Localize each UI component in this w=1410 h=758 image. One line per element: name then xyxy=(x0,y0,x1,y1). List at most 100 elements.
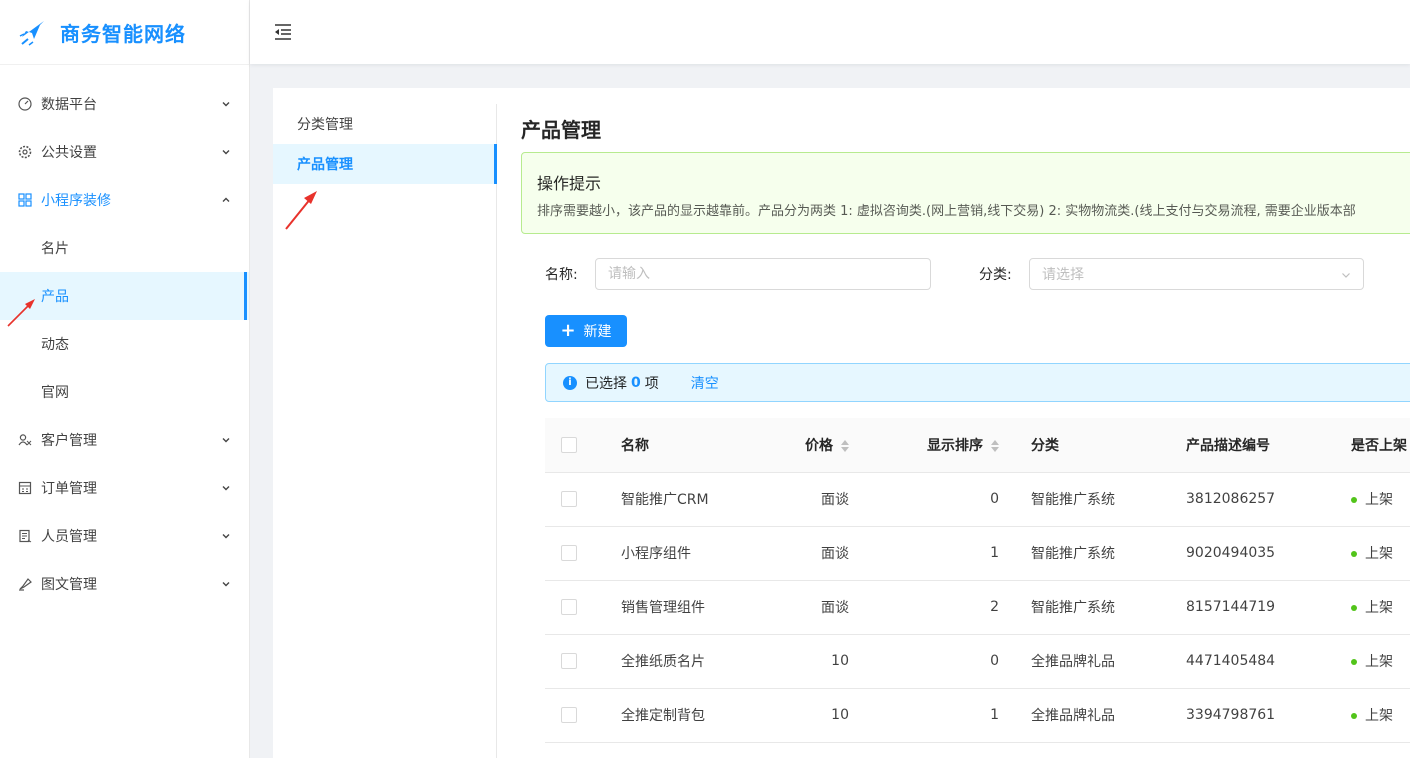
calculator-icon xyxy=(17,481,32,496)
top-header xyxy=(250,0,1410,64)
row-checkbox[interactable] xyxy=(561,545,577,561)
cell-price: 面谈 xyxy=(755,580,865,635)
sidebar-item-label: 图文管理 xyxy=(41,577,97,593)
sidebar-item-miniprogram-decor[interactable]: 小程序装修 xyxy=(0,176,249,224)
category-placeholder: 请选择 xyxy=(1042,267,1084,283)
category-select[interactable]: 请选择 xyxy=(1029,258,1364,290)
status-dot-icon xyxy=(1351,659,1357,665)
sidebar-item-orders[interactable]: 订单管理 xyxy=(0,464,249,512)
status-label: 上架 xyxy=(1365,708,1393,724)
tab-category-management[interactable]: 分类管理 xyxy=(273,104,496,144)
cell-status: 上架 xyxy=(1335,526,1410,581)
table-row[interactable]: 销售管理组件 面谈 2 智能推广系统 8157144719 上架 xyxy=(545,580,1410,635)
sidebar-item-customers[interactable]: 客户管理 xyxy=(0,416,249,464)
menu-fold-icon[interactable] xyxy=(273,22,293,42)
tab-label: 分类管理 xyxy=(297,117,353,133)
cell-price: 10 xyxy=(755,634,865,689)
sort-icon[interactable] xyxy=(991,439,999,452)
cell-category: 全推品牌礼品 xyxy=(1015,688,1170,743)
cell-name: 销售管理组件 xyxy=(605,580,755,635)
status-dot-icon xyxy=(1351,605,1357,611)
table-row[interactable]: 智能推广CRM 面谈 0 智能推广系统 3812086257 上架 xyxy=(545,472,1410,527)
sidebar-menu: 数据平台 公共设置 小程序装修 名片 产品 动态 官网 客户管理 订单管理 人员… xyxy=(0,65,249,608)
name-label: 名称: xyxy=(545,267,578,283)
sidebar-subitem-news[interactable]: 动态 xyxy=(0,320,249,368)
cell-order: 0 xyxy=(865,472,1015,527)
cell-status: 上架 xyxy=(1335,580,1410,635)
table-row[interactable]: 全推定制背包 10 1 全推品牌礼品 3394798761 上架 xyxy=(545,688,1410,743)
highlight-icon xyxy=(17,577,32,592)
table-row[interactable]: 全推纸质名片 10 0 全推品牌礼品 4471405484 上架 xyxy=(545,634,1410,689)
sidebar: 商务智能网络 数据平台 公共设置 小程序装修 名片 产品 动态 官网 客户管理 … xyxy=(0,0,250,758)
plus-icon: + xyxy=(560,320,576,341)
status-label: 上架 xyxy=(1365,600,1393,616)
row-checkbox[interactable] xyxy=(561,491,577,507)
chevron-down-icon xyxy=(222,582,230,587)
cell-name: 全推纸质名片 xyxy=(605,634,755,689)
sidebar-item-label: 数据平台 xyxy=(41,97,97,113)
status-label: 上架 xyxy=(1365,492,1393,508)
row-checkbox[interactable] xyxy=(561,707,577,723)
select-all-cell xyxy=(545,418,605,473)
tab-product-management[interactable]: 产品管理 xyxy=(273,144,497,184)
chevron-down-icon xyxy=(1342,273,1350,278)
users-icon xyxy=(17,433,32,448)
product-table: 名称 价格 显示排序 分类 产品描述编号 是否上架 智能推广CRM 面谈 0 智… xyxy=(545,418,1410,743)
cell-code: 8157144719 xyxy=(1170,580,1335,635)
sidebar-subitem-product[interactable]: 产品 xyxy=(0,272,249,320)
cell-order: 0 xyxy=(865,634,1015,689)
sidebar-item-label: 人员管理 xyxy=(41,529,97,545)
column-header-label: 显示排序 xyxy=(927,437,983,454)
logo[interactable]: 商务智能网络 xyxy=(0,0,249,65)
sidebar-item-label: 公共设置 xyxy=(41,145,97,161)
cell-category: 智能推广系统 xyxy=(1015,472,1170,527)
row-checkbox[interactable] xyxy=(561,599,577,615)
cell-price: 面谈 xyxy=(755,472,865,527)
status-dot-icon xyxy=(1351,497,1357,503)
column-header-label: 价格 xyxy=(805,437,833,454)
gear-icon xyxy=(17,145,32,160)
chevron-up-icon xyxy=(222,197,230,202)
chevron-down-icon xyxy=(222,150,230,155)
sidebar-subitem-label: 官网 xyxy=(41,385,69,401)
info-icon: i xyxy=(563,375,577,390)
sidebar-item-graphics[interactable]: 图文管理 xyxy=(0,560,249,608)
page-title: 产品管理 xyxy=(521,118,601,142)
row-checkbox[interactable] xyxy=(561,653,577,669)
name-input[interactable] xyxy=(595,258,931,290)
cell-category: 智能推广系统 xyxy=(1015,580,1170,635)
column-header-price[interactable]: 价格 xyxy=(755,418,865,473)
sidebar-item-label: 小程序装修 xyxy=(41,193,111,209)
table-header-row: 名称 价格 显示排序 分类 产品描述编号 是否上架 xyxy=(545,418,1410,473)
app-title: 商务智能网络 xyxy=(60,21,186,46)
sidebar-subitem-label: 名片 xyxy=(41,241,69,257)
sort-icon[interactable] xyxy=(841,439,849,452)
sidebar-subitem-card[interactable]: 名片 xyxy=(0,224,249,272)
column-header-order[interactable]: 显示排序 xyxy=(865,418,1015,473)
sidebar-subitem-label: 动态 xyxy=(41,337,69,353)
filter-form: 名称: 分类: 请选择 xyxy=(545,258,1405,290)
sidebar-item-public-settings[interactable]: 公共设置 xyxy=(0,128,249,176)
cell-status: 上架 xyxy=(1335,634,1410,689)
cell-price: 10 xyxy=(755,688,865,743)
select-all-checkbox[interactable] xyxy=(561,436,577,453)
cell-name: 小程序组件 xyxy=(605,526,755,581)
table-row[interactable]: 小程序组件 面谈 1 智能推广系统 9020494035 上架 xyxy=(545,526,1410,581)
sidebar-subitem-website[interactable]: 官网 xyxy=(0,368,249,416)
column-header-code: 产品描述编号 xyxy=(1170,418,1335,473)
content-card: 分类管理 产品管理 产品管理 操作提示 排序需要越小，该产品的显示越靠前。产品分… xyxy=(273,88,1410,758)
new-button[interactable]: + 新建 xyxy=(545,315,627,347)
cell-code: 3812086257 xyxy=(1170,472,1335,527)
sidebar-item-data-platform[interactable]: 数据平台 xyxy=(0,80,249,128)
id-card-icon xyxy=(17,529,32,544)
operation-tip-alert: 操作提示 排序需要越小，该产品的显示越靠前。产品分为两类 1: 虚拟咨询类.(网… xyxy=(521,152,1410,234)
alert-title: 操作提示 xyxy=(537,174,602,193)
sidebar-item-label: 订单管理 xyxy=(41,481,97,497)
cell-name: 全推定制背包 xyxy=(605,688,755,743)
tab-label: 产品管理 xyxy=(297,157,353,173)
cell-status: 上架 xyxy=(1335,688,1410,743)
new-button-label: 新建 xyxy=(583,324,612,340)
clear-selection-link[interactable]: 清空 xyxy=(691,373,719,393)
sidebar-item-staff[interactable]: 人员管理 xyxy=(0,512,249,560)
cell-category: 智能推广系统 xyxy=(1015,526,1170,581)
